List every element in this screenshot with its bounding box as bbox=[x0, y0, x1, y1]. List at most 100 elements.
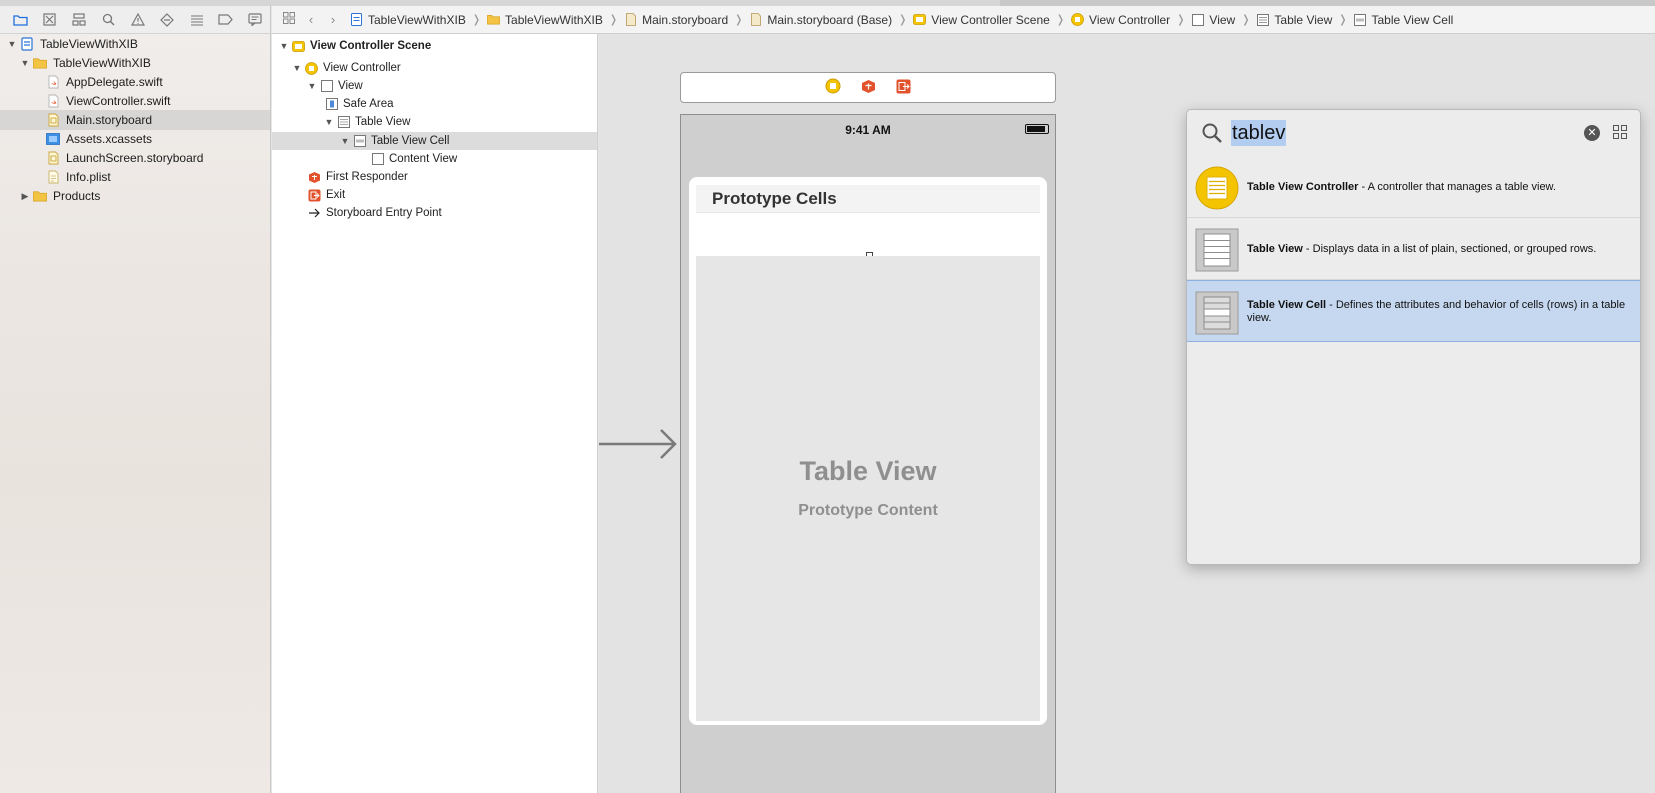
outline-item-entry-point[interactable]: Storyboard Entry Point bbox=[306, 204, 442, 222]
outline-item-content-view[interactable]: Content View bbox=[369, 150, 457, 168]
outline-item-view[interactable]: ▼ View bbox=[306, 77, 363, 95]
exit-icon bbox=[308, 189, 321, 202]
tree-item-label: Products bbox=[53, 189, 101, 203]
outline-item-label: View Controller Scene bbox=[310, 40, 432, 52]
disclosure-triangle-icon[interactable]: ▼ bbox=[19, 58, 31, 68]
scene-icon bbox=[292, 40, 305, 53]
tree-item-launchscreen[interactable]: LaunchScreen.storyboard bbox=[44, 148, 203, 168]
disclosure-triangle-icon[interactable]: ▼ bbox=[278, 41, 290, 51]
breadcrumb-table-view-cell[interactable]: Table View Cell bbox=[1353, 13, 1453, 27]
outline-item-label: Exit bbox=[326, 189, 346, 201]
tree-item-main-storyboard[interactable]: Main.storyboard bbox=[44, 110, 152, 130]
folder-icon bbox=[33, 189, 47, 203]
library-item-table-view-cell[interactable]: Table View Cell - Defines the attributes… bbox=[1187, 280, 1640, 342]
disclosure-triangle-icon[interactable]: ▼ bbox=[339, 136, 351, 146]
debug-icon[interactable] bbox=[182, 9, 211, 31]
disclosure-triangle-icon[interactable]: ▼ bbox=[323, 117, 335, 127]
tree-item-label: TableViewWithXIB bbox=[40, 37, 138, 51]
table-view-placeholder: Table View Prototype Content bbox=[696, 256, 1040, 721]
assets-icon bbox=[46, 132, 60, 146]
report-icon[interactable] bbox=[241, 9, 270, 31]
storyboard-file-icon bbox=[749, 13, 762, 26]
tree-item-products[interactable]: ▶ Products bbox=[19, 186, 101, 206]
symbol-icon[interactable] bbox=[65, 9, 94, 31]
breadcrumb-project[interactable]: TableViewWithXIB ❭ bbox=[350, 13, 487, 27]
tree-item-assets[interactable]: Assets.xcassets bbox=[44, 129, 152, 149]
outline-item-table-view-cell[interactable]: ▼ Table View Cell bbox=[339, 132, 449, 150]
folder-icon[interactable] bbox=[6, 9, 35, 31]
table-view[interactable]: Prototype Cells Table View Prototype Con… bbox=[689, 177, 1047, 725]
outline-item-first-responder[interactable]: First Responder bbox=[306, 168, 408, 186]
table-view-cell-icon bbox=[1353, 13, 1366, 26]
tree-item-label: Assets.xcassets bbox=[66, 132, 153, 146]
exit-icon[interactable] bbox=[896, 79, 911, 97]
prototype-cells-label: Prototype Cells bbox=[712, 189, 837, 208]
breakpoint-icon[interactable] bbox=[211, 9, 240, 31]
disclosure-triangle-icon[interactable]: ▼ bbox=[306, 81, 318, 91]
first-responder-icon[interactable] bbox=[861, 79, 876, 97]
forward-icon[interactable]: › bbox=[322, 12, 344, 27]
jump-bar: ‹ › TableViewWithXIB ❭ TableViewWithXIB ❭ … bbox=[272, 6, 1655, 34]
find-icon[interactable] bbox=[94, 9, 123, 31]
library-search-input[interactable]: tablev bbox=[1231, 120, 1287, 146]
outline-item-exit[interactable]: Exit bbox=[306, 186, 345, 204]
outline-item-view-controller[interactable]: ▼ View Controller bbox=[291, 59, 401, 77]
outline-item-label: Safe Area bbox=[343, 98, 394, 110]
library-item-table-view-controller[interactable]: Table View Controller - A controller tha… bbox=[1187, 156, 1640, 218]
outline-item-safe-area[interactable]: Safe Area bbox=[323, 95, 394, 113]
source-control-icon[interactable] bbox=[35, 9, 64, 31]
view-icon bbox=[371, 153, 384, 166]
first-responder-icon bbox=[308, 171, 321, 184]
disclosure-triangle-icon[interactable]: ▶ bbox=[19, 191, 31, 202]
tree-item-group[interactable]: ▼ TableViewWithXIB bbox=[19, 53, 151, 73]
breadcrumb-group[interactable]: TableViewWithXIB ❭ bbox=[487, 13, 624, 27]
outline-item-label: View Controller bbox=[323, 62, 401, 74]
library-item-description: Table View - Displays data in a list of … bbox=[1247, 242, 1597, 255]
breadcrumb-storyboard[interactable]: Main.storyboard ❭ bbox=[624, 13, 749, 27]
library-item-description: Table View Controller - A controller tha… bbox=[1247, 180, 1556, 193]
view-icon bbox=[320, 80, 333, 93]
view-controller-icon bbox=[1071, 13, 1084, 26]
library-item-table-view[interactable]: Table View - Displays data in a list of … bbox=[1187, 218, 1640, 280]
disclosure-triangle-icon[interactable]: ▼ bbox=[291, 63, 303, 73]
tree-item-info-plist[interactable]: Info.plist bbox=[44, 167, 111, 187]
view-controller-frame[interactable]: 9:41 AM Prototype Cells Table View Proto… bbox=[680, 114, 1056, 793]
view-controller-icon bbox=[305, 61, 318, 75]
plist-file-icon bbox=[46, 170, 60, 184]
table-view-title: Table View bbox=[799, 456, 937, 486]
scene-dock bbox=[680, 72, 1056, 103]
outline-item-scene[interactable]: ▼ View Controller Scene bbox=[278, 37, 432, 55]
table-view-icon bbox=[337, 116, 350, 129]
back-icon[interactable]: ‹ bbox=[300, 12, 322, 27]
document-outline: ▼ View Controller Scene ▼ View Controlle… bbox=[272, 34, 598, 793]
test-icon[interactable] bbox=[153, 9, 182, 31]
outline-item-table-view[interactable]: ▼ Table View bbox=[323, 113, 410, 131]
breadcrumb-scene[interactable]: View Controller Scene ❭ bbox=[913, 13, 1071, 27]
table-view-cell-icon bbox=[1195, 291, 1239, 335]
clear-search-icon[interactable]: ✕ bbox=[1584, 125, 1600, 141]
grid-view-icon[interactable] bbox=[1613, 125, 1627, 139]
tree-item-label: Info.plist bbox=[66, 170, 111, 184]
project-navigator: ▼ TableViewWithXIB ▼ TableViewWithXIB Ap… bbox=[0, 6, 271, 793]
tree-item-label: Main.storyboard bbox=[66, 113, 153, 127]
issue-icon[interactable] bbox=[123, 9, 152, 31]
tree-item-appdelegate[interactable]: AppDelegate.swift bbox=[44, 72, 163, 92]
tree-item-viewcontroller[interactable]: ViewController.swift bbox=[44, 91, 170, 111]
storyboard-entry-arrow[interactable] bbox=[599, 424, 679, 464]
swift-file-icon bbox=[46, 75, 60, 89]
disclosure-triangle-icon[interactable]: ▼ bbox=[6, 39, 18, 49]
view-icon bbox=[1191, 13, 1204, 26]
library-search-bar: tablev ✕ bbox=[1187, 110, 1640, 156]
breadcrumb-table-view[interactable]: Table View ❭ bbox=[1256, 13, 1353, 27]
related-items-icon[interactable] bbox=[278, 12, 300, 27]
navigator-toolbar bbox=[0, 6, 270, 34]
outline-item-label: Table View Cell bbox=[371, 135, 450, 147]
tree-item-project[interactable]: ▼ TableViewWithXIB bbox=[6, 34, 138, 54]
table-view-cell-icon bbox=[353, 135, 366, 148]
outline-item-label: Content View bbox=[389, 153, 458, 165]
view-controller-icon[interactable] bbox=[825, 78, 841, 97]
breadcrumb-view[interactable]: View ❭ bbox=[1191, 13, 1256, 27]
breadcrumb-view-controller[interactable]: View Controller ❭ bbox=[1071, 13, 1191, 27]
project-icon bbox=[20, 37, 34, 51]
breadcrumb-storyboard-base[interactable]: Main.storyboard (Base) ❭ bbox=[749, 13, 913, 27]
